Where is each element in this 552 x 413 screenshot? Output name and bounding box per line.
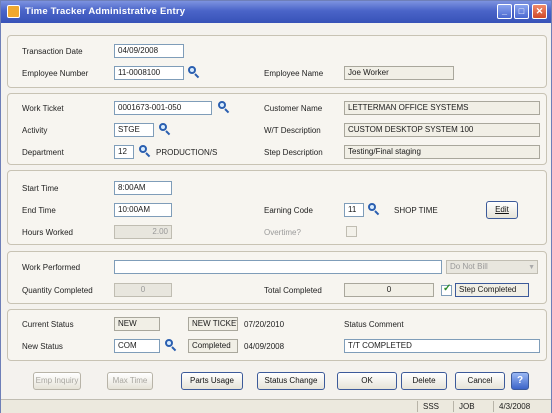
overtime-checkbox — [346, 226, 357, 237]
statusbar-module: JOB — [453, 401, 485, 412]
time-panel: Start Time 8:00AM End Time 10:00AM Hours… — [7, 170, 547, 245]
emp-inquiry-button: Emp Inquiry — [33, 372, 81, 390]
total-completed-label: Total Completed — [264, 286, 322, 295]
edit-button-label: Edit — [495, 205, 509, 214]
checkmark-icon: ✓ — [443, 283, 452, 294]
new-status-date: 04/09/2008 — [244, 342, 285, 351]
employee-name-label: Employee Name — [264, 69, 324, 78]
department-name: PRODUCTION/S — [156, 148, 218, 157]
title-bar[interactable]: Time Tracker Administrative Entry _ □ ✕ — [1, 1, 551, 23]
status-comment-label: Status Comment — [344, 320, 404, 329]
overtime-label: Overtime? — [264, 228, 301, 237]
earning-code-label: Earning Code — [264, 206, 313, 215]
new-status-label: New Status — [22, 342, 63, 351]
customer-name-field: LETTERMAN OFFICE SYSTEMS — [344, 101, 540, 115]
work-performed-field[interactable] — [114, 260, 442, 274]
window-title: Time Tracker Administrative Entry — [25, 6, 186, 17]
employee-number-label: Employee Number — [22, 69, 89, 78]
minimize-button[interactable]: _ — [497, 4, 512, 19]
edit-button[interactable]: Edit — [486, 201, 518, 219]
step-description-label: Step Description — [264, 148, 323, 157]
ok-button[interactable]: OK — [337, 372, 397, 390]
cancel-button[interactable]: Cancel — [455, 372, 505, 390]
help-icon[interactable]: ? — [511, 372, 529, 390]
maximize-button[interactable]: □ — [514, 4, 529, 19]
status-comment-field[interactable]: T/T COMPLETED — [344, 339, 540, 353]
status-panel: Current Status NEW NEW TICKET 07/20/2010… — [7, 309, 547, 361]
end-time-label: End Time — [22, 206, 56, 215]
work-performed-panel: Work Performed Do Not Bill ▼ Quantity Co… — [7, 251, 547, 304]
department-label: Department — [22, 148, 64, 157]
current-status-date: 07/20/2010 — [244, 320, 285, 329]
activity-lookup-icon[interactable] — [158, 123, 171, 136]
department-lookup-icon[interactable] — [138, 145, 151, 158]
hours-worked-label: Hours Worked — [22, 228, 73, 237]
earning-code-field[interactable]: 11 — [344, 203, 364, 217]
close-button[interactable]: ✕ — [532, 4, 547, 19]
new-status-desc-field: Completed — [188, 339, 238, 353]
quantity-completed-label: Quantity Completed — [22, 286, 93, 295]
status-bar: SSS JOB 4/3/2008 — [1, 399, 551, 413]
work-ticket-lookup-icon[interactable] — [217, 101, 230, 114]
activity-field[interactable]: STGE — [114, 123, 154, 137]
delete-button[interactable]: Delete — [401, 372, 447, 390]
work-ticket-label: Work Ticket — [22, 104, 64, 113]
current-status-field: NEW — [114, 317, 160, 331]
hours-worked-field: 2.00 — [114, 225, 172, 239]
app-icon — [7, 5, 20, 18]
start-time-label: Start Time — [22, 184, 59, 193]
employee-name-field: Joe Worker — [344, 66, 454, 80]
end-time-field[interactable]: 10:00AM — [114, 203, 172, 217]
employee-lookup-icon[interactable] — [187, 66, 200, 79]
start-time-field[interactable]: 8:00AM — [114, 181, 172, 195]
work-performed-label: Work Performed — [22, 263, 81, 272]
parts-usage-button[interactable]: Parts Usage — [181, 372, 243, 390]
status-change-button[interactable]: Status Change — [257, 372, 325, 390]
billing-dropdown: Do Not Bill ▼ — [446, 260, 538, 274]
billing-dropdown-value: Do Not Bill — [450, 262, 488, 271]
department-field[interactable]: 12 — [114, 145, 134, 159]
employee-panel: Transaction Date 04/09/2008 Employee Num… — [7, 35, 547, 88]
total-completed-field: 0 — [344, 283, 434, 297]
customer-name-label: Customer Name — [264, 104, 323, 113]
chevron-down-icon: ▼ — [528, 264, 535, 271]
quantity-completed-field: 0 — [114, 283, 172, 297]
earning-code-name: SHOP TIME — [394, 206, 438, 215]
step-completed-checkbox[interactable]: ✓ — [441, 283, 452, 296]
step-completed-label[interactable]: Step Completed — [455, 283, 529, 297]
work-ticket-panel: Work Ticket 0001673-001-050 Customer Nam… — [7, 93, 547, 165]
statusbar-date: 4/3/2008 — [493, 401, 549, 412]
transaction-date-label: Transaction Date — [22, 47, 83, 56]
step-description-field: Testing/Final staging — [344, 145, 540, 159]
new-status-lookup-icon[interactable] — [164, 339, 177, 352]
statusbar-company: SSS — [417, 401, 449, 412]
work-ticket-field[interactable]: 0001673-001-050 — [114, 101, 212, 115]
activity-label: Activity — [22, 126, 48, 135]
max-time-button: Max Time — [107, 372, 153, 390]
wt-description-field: CUSTOM DESKTOP SYSTEM 100 — [344, 123, 540, 137]
new-status-field[interactable]: COM — [114, 339, 160, 353]
wt-description-label: W/T Description — [264, 126, 321, 135]
employee-number-field[interactable]: 11-0008100 — [114, 66, 184, 80]
current-status-desc-field: NEW TICKET — [188, 317, 238, 331]
time-tracker-window: Time Tracker Administrative Entry _ □ ✕ … — [0, 0, 552, 413]
earning-code-lookup-icon[interactable] — [367, 203, 380, 216]
transaction-date-field[interactable]: 04/09/2008 — [114, 44, 184, 58]
current-status-label: Current Status — [22, 320, 74, 329]
